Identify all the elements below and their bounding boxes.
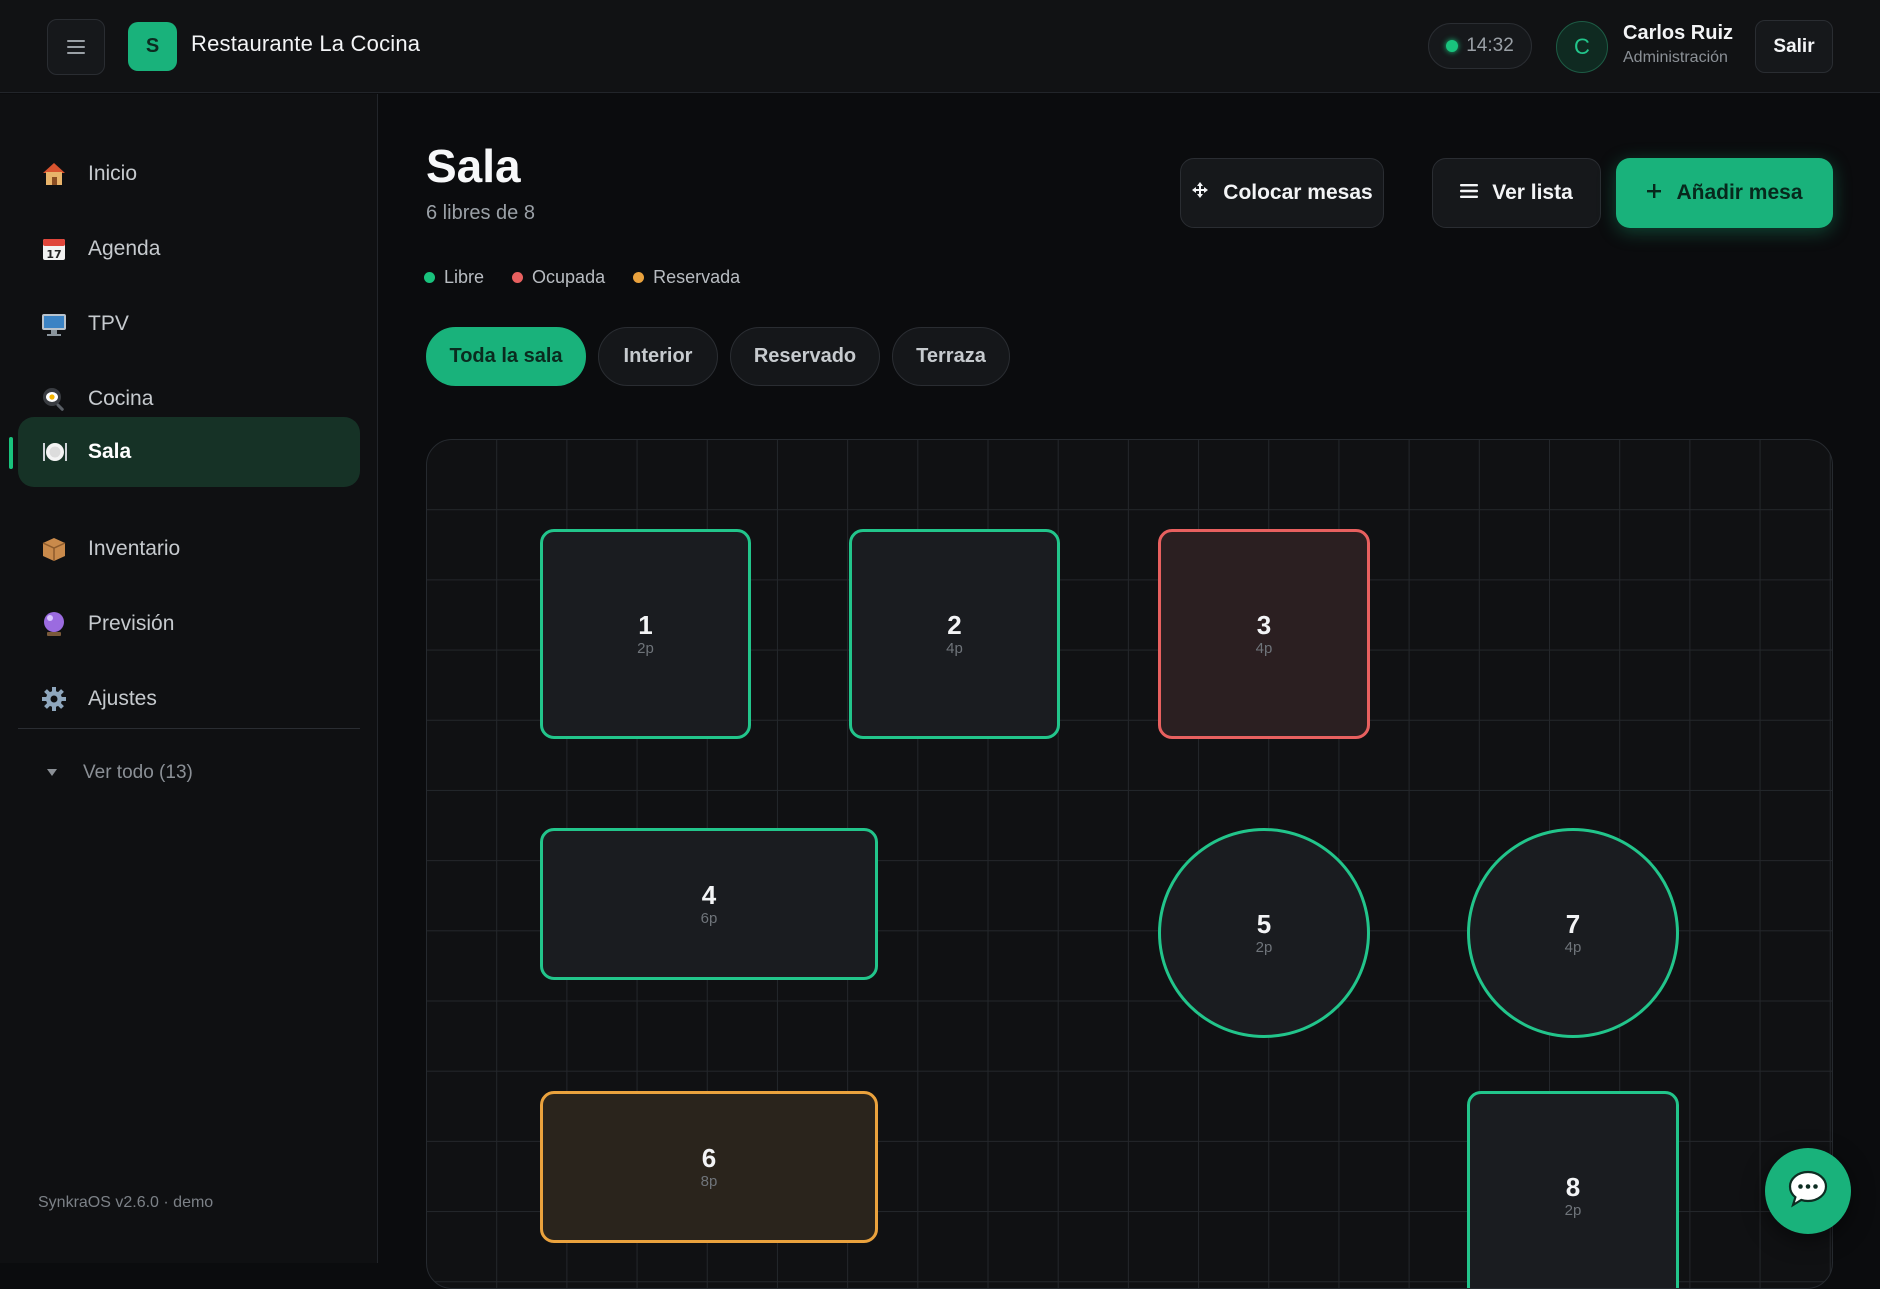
table-2[interactable]: 2 4p xyxy=(849,529,1060,739)
move-icon xyxy=(1191,181,1209,205)
list-view-label: Ver lista xyxy=(1492,181,1573,204)
add-table-label: Añadir mesa xyxy=(1676,181,1803,204)
table-number: 6 xyxy=(701,1142,717,1173)
table-3[interactable]: 3 4p xyxy=(1158,529,1370,739)
table-capacity: 4p xyxy=(1255,639,1273,657)
table-1[interactable]: 1 2p xyxy=(540,529,751,739)
table-number: 5 xyxy=(1256,908,1272,939)
sidebar-item-inventario[interactable]: Inventario xyxy=(18,514,360,584)
svg-text:17: 17 xyxy=(46,248,61,261)
app-logo: S xyxy=(128,22,177,71)
monitor-icon xyxy=(40,310,68,338)
list-icon xyxy=(1460,181,1479,205)
version-label: SynkraOS v2.6.0 · demo xyxy=(38,1194,214,1211)
gear-icon xyxy=(40,685,68,713)
online-status-icon xyxy=(1446,40,1459,52)
table-number: 7 xyxy=(1565,908,1581,939)
show-all-toggle[interactable]: Ver todo (13) xyxy=(47,762,193,784)
table-6[interactable]: 6 8p xyxy=(540,1091,878,1243)
add-table-button[interactable]: Añadir mesa xyxy=(1616,158,1833,228)
top-bar: S Restaurante La Cocina 14:32 C Carlos R… xyxy=(0,0,1880,93)
sidebar-item-label: Inicio xyxy=(88,162,138,185)
free-dot-icon xyxy=(424,272,435,283)
sidebar-item-label: Previsión xyxy=(88,612,175,635)
sidebar-item-label: Agenda xyxy=(88,237,161,260)
page-title: Sala xyxy=(426,140,521,192)
frying-pan-icon xyxy=(40,385,68,413)
sidebar-item-sala[interactable]: Sala xyxy=(18,417,360,487)
chat-button[interactable] xyxy=(1765,1148,1851,1234)
table-8[interactable]: 8 2p xyxy=(1467,1091,1679,1288)
sidebar-item-label: Inventario xyxy=(88,537,181,560)
sidebar-item-label: Cocina xyxy=(88,387,154,410)
sidebar-item-agenda[interactable]: 17 Agenda xyxy=(18,214,360,284)
legend-item-reserved: Reservada xyxy=(633,267,740,288)
chevron-down-icon xyxy=(47,769,57,777)
floor-plan[interactable]: 1 2p 2 4p 3 4p 4 6p 5 2p 7 4p 6 8p 8 2p xyxy=(426,439,1833,1289)
package-icon xyxy=(40,535,68,563)
sidebar-item-ajustes[interactable]: Ajustes xyxy=(18,664,360,734)
sidebar-item-label: TPV xyxy=(88,312,129,335)
table-capacity: 8p xyxy=(700,1172,718,1190)
sidebar-item-tpv[interactable]: TPV xyxy=(18,289,360,359)
sidebar-item-label: Ajustes xyxy=(88,687,157,710)
user-name: Carlos Ruiz xyxy=(1623,22,1734,44)
table-capacity: 4p xyxy=(1564,938,1582,956)
sidebar-divider xyxy=(18,728,360,729)
show-all-label: Ver todo (13) xyxy=(83,762,193,783)
place-tables-button[interactable]: Colocar mesas xyxy=(1180,158,1384,228)
table-capacity: 2p xyxy=(637,639,654,657)
legend-label: Reservada xyxy=(653,267,741,287)
table-capacity: 4p xyxy=(946,639,963,657)
legend-item-free: Libre xyxy=(424,267,484,288)
table-number: 2 xyxy=(947,609,962,640)
table-number: 1 xyxy=(638,609,653,640)
occupied-dot-icon xyxy=(512,272,524,283)
logout-button[interactable]: Salir xyxy=(1755,20,1833,73)
sidebar: Inicio 17 Agenda TPV Cocina Sala Inventa… xyxy=(0,94,378,1263)
table-capacity: 2p xyxy=(1564,1201,1582,1219)
clock-status: 14:32 xyxy=(1428,23,1532,69)
crystal-ball-icon xyxy=(40,610,68,638)
menu-button[interactable] xyxy=(47,19,105,75)
table-4[interactable]: 4 6p xyxy=(540,828,878,980)
table-capacity: 6p xyxy=(700,909,718,927)
sidebar-item-label: Sala xyxy=(88,440,132,463)
hamburger-icon xyxy=(67,40,85,54)
avatar[interactable]: C xyxy=(1556,21,1608,73)
chat-bubble-icon xyxy=(1787,1169,1829,1214)
sidebar-item-prevision[interactable]: Previsión xyxy=(18,589,360,659)
plus-icon xyxy=(1646,181,1662,205)
legend-label: Ocupada xyxy=(532,267,606,287)
table-capacity: 2p xyxy=(1255,938,1273,956)
filter-all[interactable]: Toda la sala xyxy=(426,327,586,386)
calendar-icon: 17 xyxy=(40,235,68,263)
table-5[interactable]: 5 2p xyxy=(1158,828,1370,1038)
filter-terraza[interactable]: Terraza xyxy=(892,327,1010,386)
sidebar-item-inicio[interactable]: Inicio xyxy=(18,139,360,209)
table-number: 3 xyxy=(1256,609,1272,640)
filter-interior[interactable]: Interior xyxy=(598,327,718,386)
page-subtitle: 6 libres de 8 xyxy=(426,202,535,224)
list-view-button[interactable]: Ver lista xyxy=(1432,158,1601,228)
legend-label: Libre xyxy=(444,267,485,287)
house-icon xyxy=(40,160,68,188)
plate-cutlery-icon xyxy=(40,438,68,466)
reserved-dot-icon xyxy=(633,272,645,283)
filter-reservado[interactable]: Reservado xyxy=(730,327,880,386)
active-indicator xyxy=(9,437,13,469)
table-number: 4 xyxy=(701,879,717,910)
legend-item-occupied: Ocupada xyxy=(512,267,605,288)
clock-time: 14:32 xyxy=(1466,35,1514,56)
status-legend: Libre Ocupada Reservada xyxy=(424,267,740,288)
place-tables-label: Colocar mesas xyxy=(1223,181,1373,204)
table-7[interactable]: 7 4p xyxy=(1467,828,1679,1038)
app-title: Restaurante La Cocina xyxy=(191,31,421,56)
table-number: 8 xyxy=(1565,1171,1581,1202)
user-role: Administración xyxy=(1623,49,1728,66)
